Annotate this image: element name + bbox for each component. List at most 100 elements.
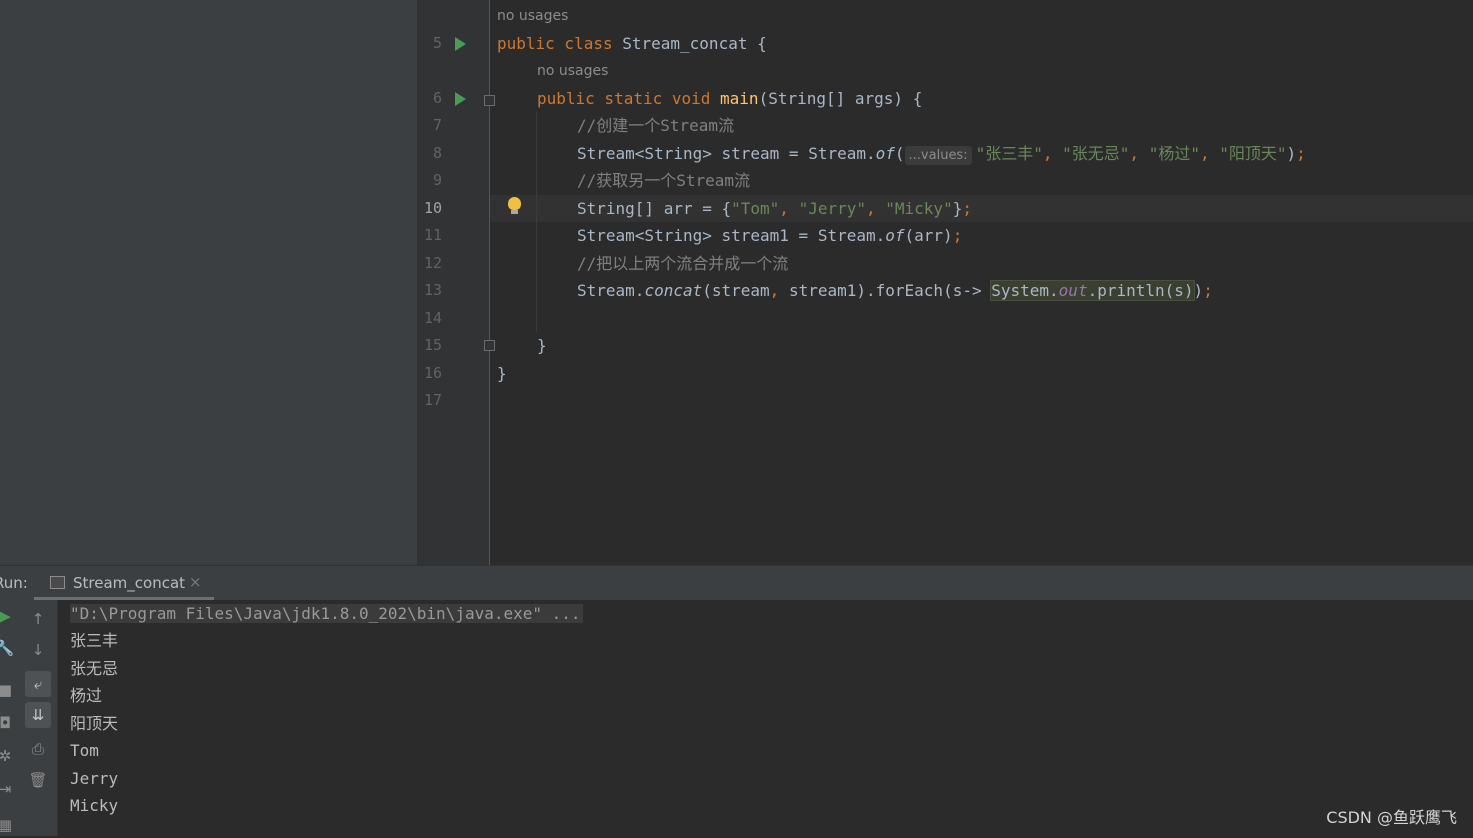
code-token: out <box>1058 281 1088 300</box>
code-line-10: String[] arr = {"Tom", "Jerry", "Micky"}… <box>577 195 972 222</box>
console-line: 张三丰 <box>70 631 119 650</box>
code-token: of <box>875 144 895 163</box>
line-number: 5 <box>432 34 442 52</box>
code-token: main <box>720 89 759 108</box>
code-comment: //把以上两个流合并成一个流 <box>577 254 789 273</box>
parameter-hint: ...values: <box>904 146 972 165</box>
code-line-8: Stream<String> stream = Stream.of(...val… <box>577 140 1306 167</box>
code-line-7: //创建一个Stream流 <box>577 112 734 139</box>
fold-icon[interactable] <box>484 95 495 106</box>
code-line-16: } <box>497 360 507 387</box>
code-token: , <box>769 281 789 300</box>
code-string: "Micky" <box>885 199 953 218</box>
code-token: of <box>885 226 905 245</box>
code-line-12: //把以上两个流合并成一个流 <box>577 250 788 277</box>
code-string: "张无忌" <box>1062 144 1130 163</box>
run-class-icon[interactable] <box>455 37 466 51</box>
line-number-active: 10 <box>423 199 442 217</box>
run-toolbar-left: ▶ 🔧 ■ ◘ ✲ ⇥ ▦ <box>0 600 20 836</box>
code-token: public class <box>497 34 623 53</box>
project-panel <box>0 0 418 565</box>
layout-icon[interactable]: ▦ <box>0 812 18 838</box>
code-line-11: Stream<String> stream1 = Stream.of(arr); <box>577 222 962 249</box>
code-token: Stream. <box>577 281 645 300</box>
line-number: 15 <box>423 336 442 354</box>
code-token: } <box>952 199 963 218</box>
code-token: ; <box>962 199 972 218</box>
code-line-13: Stream.concat(stream, stream1).forEach(s… <box>577 277 1213 304</box>
code-token: String[] arr = { <box>577 199 732 218</box>
code-token: public static void <box>537 89 721 108</box>
indent-guide <box>536 112 537 332</box>
console-icon <box>50 576 65 589</box>
trash-icon[interactable]: 🗑 <box>25 767 51 793</box>
code-token: .println(s) <box>1087 281 1194 300</box>
code-string: "Jerry" <box>798 199 866 218</box>
code-token: concat <box>644 281 703 300</box>
code-token: (arr) <box>904 226 953 245</box>
watermark: CSDN @鱼跃鹰飞 <box>1326 808 1457 827</box>
line-number: 13 <box>423 281 442 299</box>
code-token: ) <box>1193 281 1204 300</box>
code-line-5: public class Stream_concat { <box>497 30 767 57</box>
close-icon[interactable]: × <box>189 573 202 591</box>
console-line: "D:\Program Files\Java\jdk1.8.0_202\bin\… <box>70 600 583 627</box>
wrench-icon[interactable]: 🔧 <box>0 635 18 661</box>
print-icon[interactable]: ⎙ <box>25 736 51 762</box>
stop-icon[interactable]: ■ <box>0 677 18 703</box>
exit-icon[interactable]: ⇥ <box>0 776 18 802</box>
lightbulb-icon[interactable] <box>508 197 521 214</box>
code-token: stream1).forEach(s-> <box>788 281 992 300</box>
code-string: "Tom" <box>731 199 780 218</box>
line-number: 16 <box>423 364 442 382</box>
code-token: ; <box>1203 281 1213 300</box>
highlighted-expression: System.out.println(s) <box>990 280 1195 301</box>
code-token: , <box>1199 144 1220 163</box>
code-token: } <box>537 336 547 355</box>
console-line: Jerry <box>70 769 119 788</box>
code-line-15: } <box>537 332 547 359</box>
code-token: } <box>497 364 507 383</box>
code-string: "张三丰" <box>975 144 1043 163</box>
code-token: (stream <box>702 281 770 300</box>
fold-icon[interactable] <box>484 340 495 351</box>
scroll-to-end-icon[interactable]: ⇊ <box>25 702 51 728</box>
code-string: "杨过" <box>1148 144 1200 163</box>
code-comment: //创建一个Stream流 <box>577 116 735 135</box>
code-token: (String[] args) { <box>758 89 923 108</box>
code-token: , <box>866 199 886 218</box>
tab-stream-concat[interactable]: Stream_concat × <box>34 566 214 600</box>
console-output[interactable]: "D:\Program Files\Java\jdk1.8.0_202\bin\… <box>58 600 1473 836</box>
line-number: 7 <box>432 116 442 134</box>
camera-icon[interactable]: ◘ <box>0 710 18 736</box>
console-line: 张无忌 <box>70 659 119 678</box>
code-token: , <box>1129 144 1149 163</box>
rerun-icon[interactable]: ▶ <box>0 603 18 629</box>
usages-hint[interactable]: no usages <box>497 3 568 30</box>
line-number: 9 <box>432 171 442 189</box>
code-token: Stream_concat { <box>622 34 767 53</box>
run-toolbar-right: ↑ ↓ ⤶ ⇊ ⎙ 🗑 <box>20 600 58 836</box>
settings-icon[interactable]: ✲ <box>0 743 18 769</box>
code-token: ; <box>952 226 963 245</box>
code-token: , <box>779 199 799 218</box>
line-number: 14 <box>423 309 442 327</box>
console-command: "D:\Program Files\Java\jdk1.8.0_202\bin\… <box>70 604 583 623</box>
line-number: 6 <box>432 89 442 107</box>
up-arrow-icon[interactable]: ↑ <box>25 606 51 632</box>
code-token: Stream<String> stream1 = Stream. <box>577 226 886 245</box>
console-line: 阳顶天 <box>70 714 119 733</box>
line-number: 12 <box>423 254 442 272</box>
code-string: "阳顶天" <box>1219 144 1287 163</box>
run-panel-header: Run: Stream_concat × <box>0 565 1473 601</box>
soft-wrap-icon[interactable]: ⤶ <box>25 671 51 697</box>
code-token: ; <box>1296 144 1306 163</box>
run-main-icon[interactable] <box>455 92 466 106</box>
code-line-9: //获取另一个Stream流 <box>577 167 750 194</box>
usages-hint[interactable]: no usages <box>537 58 608 85</box>
code-token: ) <box>1286 144 1297 163</box>
console-line: Micky <box>70 796 119 815</box>
console-line: Tom <box>70 741 99 760</box>
code-token: Stream<String> stream = Stream. <box>577 144 876 163</box>
down-arrow-icon[interactable]: ↓ <box>25 637 51 663</box>
